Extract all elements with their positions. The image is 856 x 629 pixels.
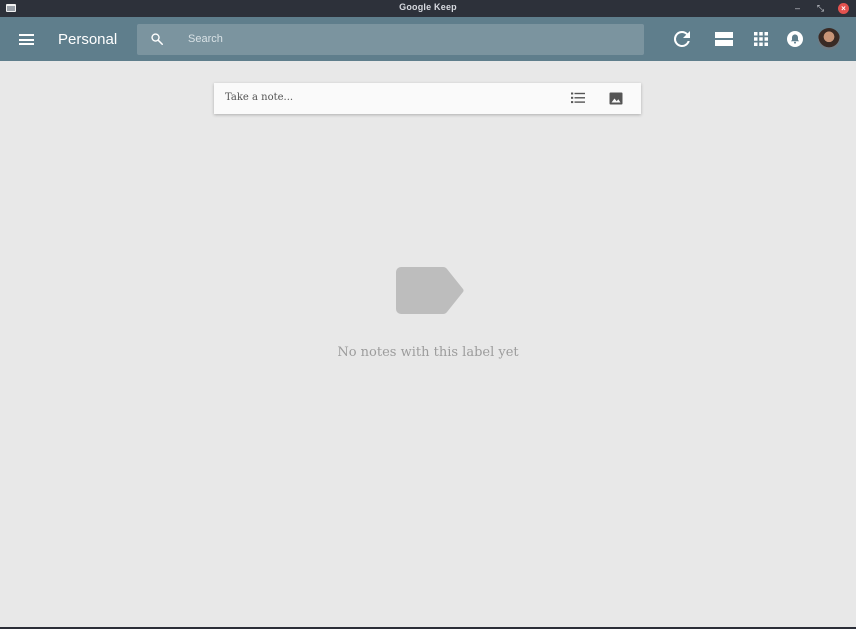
current-label-title: Personal — [58, 31, 118, 48]
take-note-input[interactable]: Take a note... — [225, 92, 293, 103]
take-note-bar[interactable]: Take a note... — [214, 83, 641, 114]
list-view-icon[interactable] — [712, 27, 736, 51]
search-bar[interactable]: Search — [137, 24, 644, 55]
label-icon — [396, 267, 464, 314]
close-button[interactable]: × — [838, 3, 849, 14]
search-input[interactable]: Search — [188, 33, 223, 45]
menu-icon[interactable] — [19, 34, 34, 45]
notifications-icon[interactable] — [783, 27, 807, 51]
window-title: Google Keep — [399, 2, 457, 12]
app-bar: Personal Search — [0, 17, 856, 61]
search-icon — [151, 33, 164, 46]
refresh-icon[interactable] — [670, 27, 694, 51]
apps-icon[interactable] — [749, 27, 773, 51]
title-bar: Google Keep – ⤡ × — [0, 0, 856, 17]
checklist-icon[interactable] — [571, 92, 585, 104]
maximize-button[interactable]: ⤡ — [815, 3, 826, 14]
image-icon[interactable] — [609, 92, 623, 105]
minimize-button[interactable]: – — [792, 3, 803, 14]
avatar[interactable] — [818, 28, 840, 50]
empty-state-message: No notes with this label yet — [337, 345, 519, 360]
app-window: Google Keep – ⤡ × Personal Search Take a… — [0, 0, 856, 629]
